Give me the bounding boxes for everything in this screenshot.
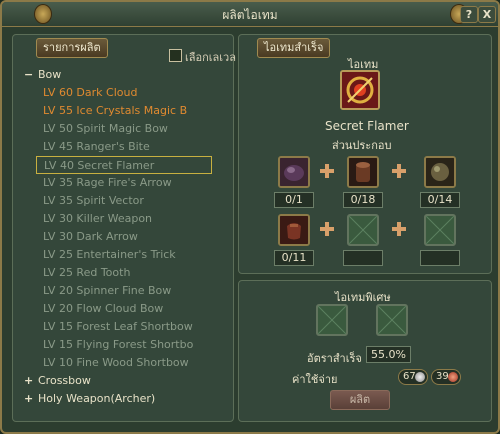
tree-category-label: Holy Weapon(Archer) bbox=[38, 392, 156, 405]
level-filter-checkbox[interactable] bbox=[169, 49, 182, 62]
plus-icon bbox=[392, 222, 406, 236]
expand-icon[interactable]: + bbox=[24, 390, 38, 408]
tree-category[interactable]: + Holy Weapon(Archer) bbox=[24, 390, 155, 408]
cost-copper-value: 39 bbox=[436, 371, 449, 382]
success-rate-label: อัตราสำเร็จ bbox=[307, 352, 362, 365]
recipe-item[interactable]: LV 50 Spirit Magic Bow bbox=[43, 120, 213, 138]
tree-category[interactable]: − Bow bbox=[24, 66, 61, 84]
close-button[interactable]: X bbox=[478, 6, 496, 23]
cost-silver: 67 bbox=[398, 369, 428, 385]
success-rate-value: 55.0% bbox=[366, 346, 411, 363]
window-title: ผลิตไอเทม bbox=[222, 8, 278, 22]
cost-label: ค่าใช้จ่าย bbox=[292, 373, 338, 386]
level-filter-label: เลือกเลเวล bbox=[185, 51, 236, 64]
result-item-name: Secret Flamer bbox=[325, 119, 409, 133]
recipe-item[interactable]: LV 55 Ice Crystals Magic B bbox=[43, 102, 213, 120]
copper-coin-icon bbox=[448, 372, 458, 382]
material-slot-1[interactable] bbox=[278, 156, 310, 188]
recipe-item[interactable]: LV 35 Spirit Vector bbox=[43, 192, 213, 210]
recipe-item[interactable]: LV 15 Flying Forest Shortbo bbox=[43, 336, 213, 354]
result-tab[interactable]: ไอเทมสำเร็จ bbox=[257, 38, 331, 58]
material-count-1: 0/1 bbox=[274, 192, 314, 208]
material-count-4: 0/11 bbox=[274, 250, 314, 266]
material-count-3: 0/14 bbox=[420, 192, 460, 208]
collapse-icon[interactable]: − bbox=[24, 66, 38, 84]
tree-category[interactable]: + Crossbow bbox=[24, 372, 91, 390]
plus-icon bbox=[320, 222, 334, 236]
special-slot-1[interactable] bbox=[316, 304, 348, 336]
material-count-5 bbox=[343, 250, 383, 266]
special-slot-2[interactable] bbox=[376, 304, 408, 336]
silver-coin-icon bbox=[415, 372, 425, 382]
material-slot-4[interactable] bbox=[278, 214, 310, 246]
material-slot-5[interactable] bbox=[347, 214, 379, 246]
material-slot-2[interactable] bbox=[347, 156, 379, 188]
expand-icon[interactable]: + bbox=[24, 372, 38, 390]
recipe-item[interactable]: LV 25 Entertainer's Trick bbox=[43, 246, 213, 264]
help-button[interactable]: ? bbox=[460, 6, 478, 23]
tree-category-label: Crossbow bbox=[38, 374, 91, 387]
flamer-bow-icon bbox=[342, 72, 378, 108]
dark-orb-icon bbox=[280, 158, 308, 186]
recipe-item[interactable]: LV 15 Forest Leaf Shortbow bbox=[43, 318, 213, 336]
recipe-item[interactable]: LV 60 Dark Cloud bbox=[43, 84, 213, 102]
stone-ball-icon bbox=[426, 158, 454, 186]
cost-silver-value: 67 bbox=[403, 371, 416, 382]
wood-log-icon bbox=[349, 158, 377, 186]
material-count-6 bbox=[420, 250, 460, 266]
cost-copper: 39 bbox=[431, 369, 461, 385]
recipe-item[interactable]: LV 30 Killer Weapon bbox=[43, 210, 213, 228]
plus-icon bbox=[320, 164, 334, 178]
material-count-2: 0/18 bbox=[343, 192, 383, 208]
recipe-item[interactable]: LV 10 Fine Wood Shortbow bbox=[43, 354, 213, 372]
plus-icon bbox=[392, 164, 406, 178]
recipe-tree[interactable]: − Bow LV 60 Dark Cloud LV 55 Ice Crystals M… bbox=[24, 66, 214, 414]
recipe-item[interactable]: LV 45 Ranger's Bite bbox=[43, 138, 213, 156]
recipe-item[interactable]: LV 30 Dark Arrow bbox=[43, 228, 213, 246]
leather-pouch-icon bbox=[280, 216, 308, 244]
recipe-item[interactable]: LV 25 Red Tooth bbox=[43, 264, 213, 282]
recipe-item[interactable]: LV 20 Spinner Fine Bow bbox=[43, 282, 213, 300]
components-heading: ส่วนประกอบ bbox=[332, 139, 392, 152]
material-slot-6[interactable] bbox=[424, 214, 456, 246]
recipe-item[interactable]: LV 20 Flow Cloud Bow bbox=[43, 300, 213, 318]
result-item-slot[interactable] bbox=[340, 70, 380, 110]
recipe-item-selected[interactable]: LV 40 Secret Flamer bbox=[36, 156, 212, 174]
title-bar[interactable]: ผลิตไอเทม ? X bbox=[2, 2, 498, 27]
crafting-window: ผลิตไอเทม ? X รายการผลิต เลือกเลเวล − Bow… bbox=[0, 0, 500, 434]
recipe-item[interactable]: LV 35 Rage Fire's Arrow bbox=[43, 174, 213, 192]
make-button[interactable]: ผลิต bbox=[330, 390, 390, 410]
material-slot-3[interactable] bbox=[424, 156, 456, 188]
tree-category-label: Bow bbox=[38, 68, 62, 81]
recipe-list-tab[interactable]: รายการผลิต bbox=[36, 38, 108, 58]
